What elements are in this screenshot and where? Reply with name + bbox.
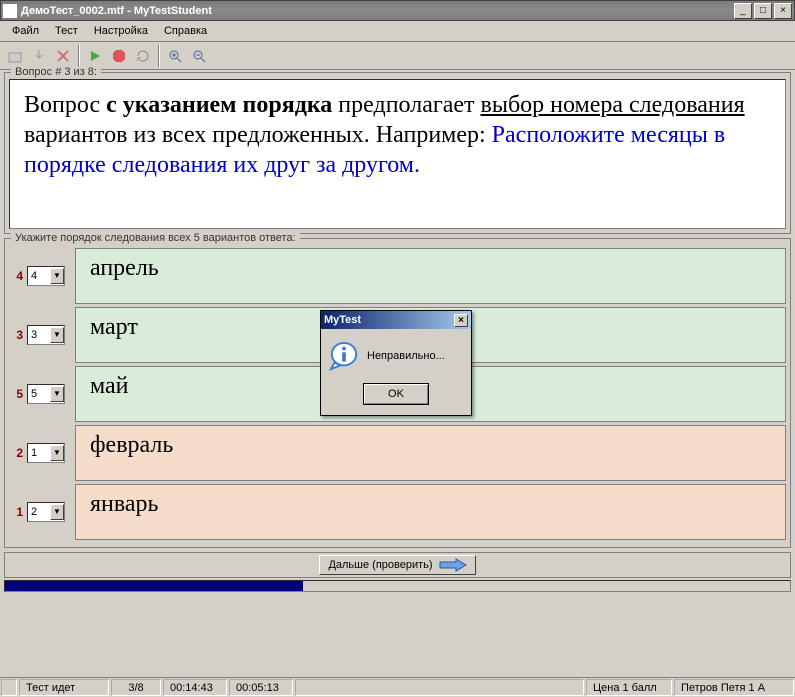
dropdown-arrow-icon: ▼	[50, 327, 64, 343]
toolbar-separator	[158, 45, 160, 67]
answer-row: 1 2▼ январь	[9, 484, 786, 540]
window-titlebar: ДемоТест_0002.mtf - MyTestStudent _ □ ×	[0, 0, 795, 21]
order-select[interactable]: 5▼	[27, 384, 65, 404]
arrow-right-icon	[439, 558, 467, 572]
answer-row: 4 4▼ апрель	[9, 248, 786, 304]
message-dialog: MyTest × Неправильно... OK	[320, 310, 472, 416]
maximize-button[interactable]: □	[754, 3, 772, 19]
order-value: 5	[28, 388, 50, 400]
dropdown-arrow-icon: ▼	[50, 268, 64, 284]
answer-row: 2 1▼ февраль	[9, 425, 786, 481]
next-check-button[interactable]: Дальше (проверить)	[319, 555, 475, 575]
toolbar-separator	[78, 45, 80, 67]
toolbar	[0, 42, 795, 70]
dropdown-arrow-icon: ▼	[50, 386, 64, 402]
menu-file[interactable]: Файл	[4, 23, 47, 39]
stop-icon[interactable]	[108, 45, 130, 67]
order-select[interactable]: 2▼	[27, 502, 65, 522]
order-value: 1	[28, 447, 50, 459]
status-user: Петров Петя 1 А	[674, 679, 794, 696]
status-test-running: Тест идет	[19, 679, 109, 696]
download-icon[interactable]	[28, 45, 50, 67]
dialog-ok-button[interactable]: OK	[363, 383, 429, 405]
dropdown-arrow-icon: ▼	[50, 445, 64, 461]
answer-number: 5	[9, 387, 23, 401]
window-title: ДемоТест_0002.mtf - MyTestStudent	[21, 5, 732, 17]
status-cell	[295, 679, 584, 696]
answer-number: 3	[9, 328, 23, 342]
menu-test[interactable]: Тест	[47, 23, 86, 39]
next-button-panel: Дальше (проверить)	[4, 552, 791, 578]
order-select[interactable]: 1▼	[27, 443, 65, 463]
status-score: Цена 1 балл	[586, 679, 672, 696]
zoom-in-icon[interactable]	[164, 45, 186, 67]
cancel-icon[interactable]	[52, 45, 74, 67]
menu-help[interactable]: Справка	[156, 23, 215, 39]
close-button[interactable]: ×	[774, 3, 792, 19]
question-text-bold: с указанием порядка	[106, 92, 332, 118]
answer-number: 4	[9, 269, 23, 283]
dropdown-arrow-icon: ▼	[50, 504, 64, 520]
status-cell	[1, 679, 17, 696]
answer-number: 2	[9, 446, 23, 460]
answer-card[interactable]: февраль	[75, 425, 786, 481]
answer-card[interactable]: апрель	[75, 248, 786, 304]
question-text-part: Вопрос	[24, 92, 106, 118]
status-progress: 3/8	[111, 679, 161, 696]
next-button-label: Дальше (проверить)	[328, 559, 432, 571]
refresh-icon[interactable]	[132, 45, 154, 67]
status-time-total: 00:14:43	[163, 679, 227, 696]
minimize-button[interactable]: _	[734, 3, 752, 19]
order-select[interactable]: 3▼	[27, 325, 65, 345]
question-fieldset: Вопрос # 3 из 8: Вопрос с указанием поря…	[4, 72, 791, 234]
dialog-titlebar: MyTest ×	[321, 311, 471, 329]
dialog-message: Неправильно...	[367, 350, 445, 362]
order-value: 4	[28, 270, 50, 282]
menu-settings[interactable]: Настройка	[86, 23, 156, 39]
dialog-actions: OK	[321, 383, 471, 415]
dialog-title: MyTest	[324, 314, 361, 326]
dialog-close-button[interactable]: ×	[454, 314, 468, 327]
question-text: Вопрос с указанием порядка предполагает …	[9, 79, 786, 229]
menubar: Файл Тест Настройка Справка	[0, 21, 795, 42]
zoom-out-icon[interactable]	[188, 45, 210, 67]
answer-card[interactable]: январь	[75, 484, 786, 540]
status-time-question: 00:05:13	[229, 679, 293, 696]
question-text-part: предполагает	[332, 92, 480, 118]
question-number-label: Вопрос # 3 из 8:	[11, 66, 101, 78]
question-text-underline: выбор номера следования	[480, 92, 744, 118]
order-select[interactable]: 4▼	[27, 266, 65, 286]
info-icon	[329, 341, 359, 371]
statusbar: Тест идет 3/8 00:14:43 00:05:13 Цена 1 б…	[0, 677, 795, 697]
progress-fill	[5, 581, 303, 591]
order-value: 3	[28, 329, 50, 341]
answers-header-label: Укажите порядок следования всех 5 вариан…	[11, 232, 300, 244]
app-icon	[3, 4, 17, 18]
answer-number: 1	[9, 505, 23, 519]
order-value: 2	[28, 506, 50, 518]
play-icon[interactable]	[84, 45, 106, 67]
question-text-part: вариантов из всех предложенных. Например…	[24, 122, 492, 148]
progress-bar	[4, 580, 791, 592]
dialog-body: Неправильно...	[321, 329, 471, 383]
open-icon[interactable]	[4, 45, 26, 67]
